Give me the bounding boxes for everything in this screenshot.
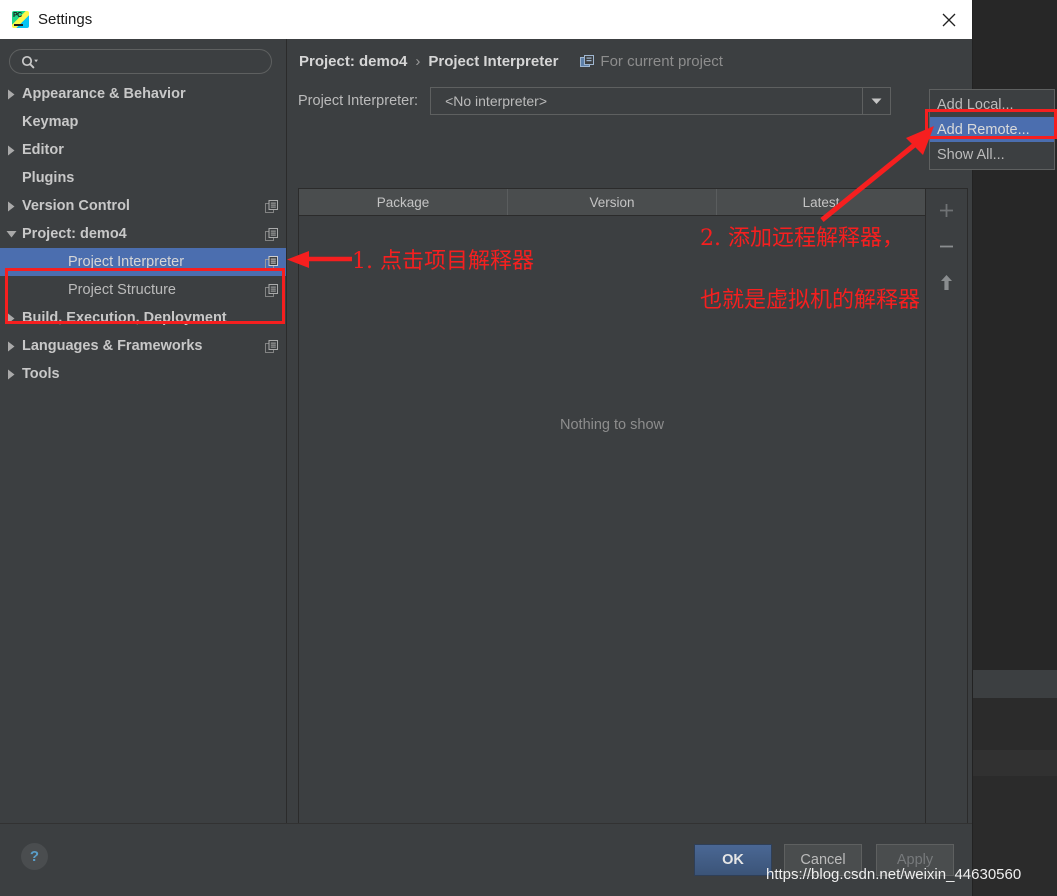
- settings-sidebar: Appearance & Behavior Keymap Editor Plugins…: [0, 39, 287, 824]
- column-header-latest[interactable]: Latest: [717, 189, 925, 215]
- packages-panel: Package Version Latest Nothing to show: [298, 188, 926, 848]
- menu-item-show-all[interactable]: Show All...: [930, 142, 1054, 167]
- chevron-right-icon[interactable]: [0, 145, 22, 156]
- window-title: Settings: [38, 11, 93, 28]
- bg-panel-toolbar: [972, 670, 1057, 698]
- sidebar-item-languages-frameworks[interactable]: Languages & Frameworks: [0, 332, 286, 360]
- copy-settings-icon[interactable]: [265, 339, 278, 353]
- sidebar-item-build-execution-deployment[interactable]: Build, Execution, Deployment: [0, 304, 286, 332]
- column-header-package[interactable]: Package: [299, 189, 508, 215]
- copy-settings-icon[interactable]: [265, 255, 278, 269]
- sidebar-item-label: Tools: [22, 366, 60, 382]
- sidebar-item-version-control[interactable]: Version Control: [0, 192, 286, 220]
- bg-panel-a: [972, 698, 1057, 750]
- breadcrumb-separator: ›: [415, 53, 421, 70]
- chevron-right-icon[interactable]: [0, 369, 22, 380]
- sidebar-item-label: Appearance & Behavior: [22, 86, 186, 102]
- sidebar-item-editor[interactable]: Editor: [0, 136, 286, 164]
- sidebar-item-label: Keymap: [22, 114, 79, 130]
- breadcrumb-page: Project Interpreter: [428, 53, 559, 70]
- bg-panel-b: [972, 750, 1057, 776]
- sidebar-item-label: Editor: [22, 142, 64, 158]
- interpreter-value: <No interpreter>: [445, 93, 548, 109]
- packages-table-header: Package Version Latest: [299, 189, 925, 216]
- sidebar-item-project-interpreter[interactable]: Project Interpreter: [0, 248, 286, 276]
- sidebar-item-label: Project Structure: [68, 282, 176, 298]
- sidebar-item-plugins[interactable]: Plugins: [0, 164, 286, 192]
- copy-settings-icon[interactable]: [265, 227, 278, 241]
- title-bar: Settings: [0, 0, 972, 39]
- search-input[interactable]: [44, 53, 271, 70]
- chevron-down-icon[interactable]: [0, 230, 22, 238]
- column-header-version[interactable]: Version: [508, 189, 717, 215]
- sidebar-item-label: Languages & Frameworks: [22, 338, 203, 354]
- copy-settings-icon[interactable]: [265, 199, 278, 213]
- sidebar-item-tools[interactable]: Tools: [0, 360, 286, 388]
- chevron-right-icon[interactable]: [0, 89, 22, 100]
- menu-item-add-remote[interactable]: Add Remote...: [930, 117, 1054, 142]
- interpreter-label: Project Interpreter:: [298, 93, 419, 109]
- interpreter-combobox[interactable]: <No interpreter>: [430, 87, 892, 115]
- sidebar-item-project-demo4[interactable]: Project: demo4: [0, 220, 286, 248]
- scope-label: For current project: [600, 53, 723, 70]
- add-package-button[interactable]: [934, 197, 960, 223]
- settings-dialog: Settings Appearance & BehaviorKeymapEd: [0, 0, 972, 896]
- close-icon[interactable]: [926, 0, 972, 39]
- copy-settings-icon[interactable]: [265, 283, 278, 297]
- pycharm-icon: [12, 11, 29, 28]
- remove-package-button[interactable]: [934, 233, 960, 259]
- chevron-right-icon[interactable]: [0, 341, 22, 352]
- sidebar-item-label: Build, Execution, Deployment: [22, 310, 227, 326]
- scope-icon: [580, 54, 595, 67]
- sidebar-search: [0, 39, 286, 80]
- sidebar-item-label: Project: demo4: [22, 226, 127, 242]
- search-icon: [21, 55, 38, 68]
- sidebar-item-project-structure[interactable]: Project Structure: [0, 276, 286, 304]
- watermark: https://blog.csdn.net/weixin_44630560: [766, 866, 1022, 883]
- interpreter-row: Project Interpreter: <No interpreter>: [298, 87, 972, 115]
- sidebar-item-label: Project Interpreter: [68, 254, 185, 270]
- ok-button[interactable]: OK: [694, 844, 772, 876]
- chevron-right-icon[interactable]: [0, 313, 22, 324]
- upgrade-package-button[interactable]: [934, 269, 960, 295]
- breadcrumb-project[interactable]: Project: demo4: [299, 53, 407, 70]
- help-button[interactable]: ?: [21, 843, 48, 870]
- chevron-down-icon[interactable]: [862, 88, 890, 114]
- search-field[interactable]: [9, 49, 272, 74]
- chevron-right-icon[interactable]: [0, 201, 22, 212]
- packages-toolbar: [926, 188, 968, 848]
- sidebar-item-label: Version Control: [22, 198, 130, 214]
- menu-item-add-local[interactable]: Add Local...: [930, 92, 1054, 117]
- settings-tree: Appearance & Behavior Keymap Editor Plugins…: [0, 80, 286, 388]
- sidebar-item-label: Plugins: [22, 170, 75, 186]
- interpreter-page: Project: demo4 › Project Interpreter For…: [287, 39, 972, 848]
- breadcrumb: Project: demo4 › Project Interpreter For…: [287, 39, 972, 70]
- sidebar-item-appearance-behavior[interactable]: Appearance & Behavior: [0, 80, 286, 108]
- empty-state-message: Nothing to show: [560, 417, 664, 433]
- interpreter-popup-menu: Add Local... Add Remote... Show All...: [929, 89, 1055, 170]
- scope-indicator: For current project: [580, 53, 723, 70]
- sidebar-item-keymap[interactable]: Keymap: [0, 108, 286, 136]
- dialog-body: Appearance & Behavior Keymap Editor Plugins…: [0, 39, 972, 848]
